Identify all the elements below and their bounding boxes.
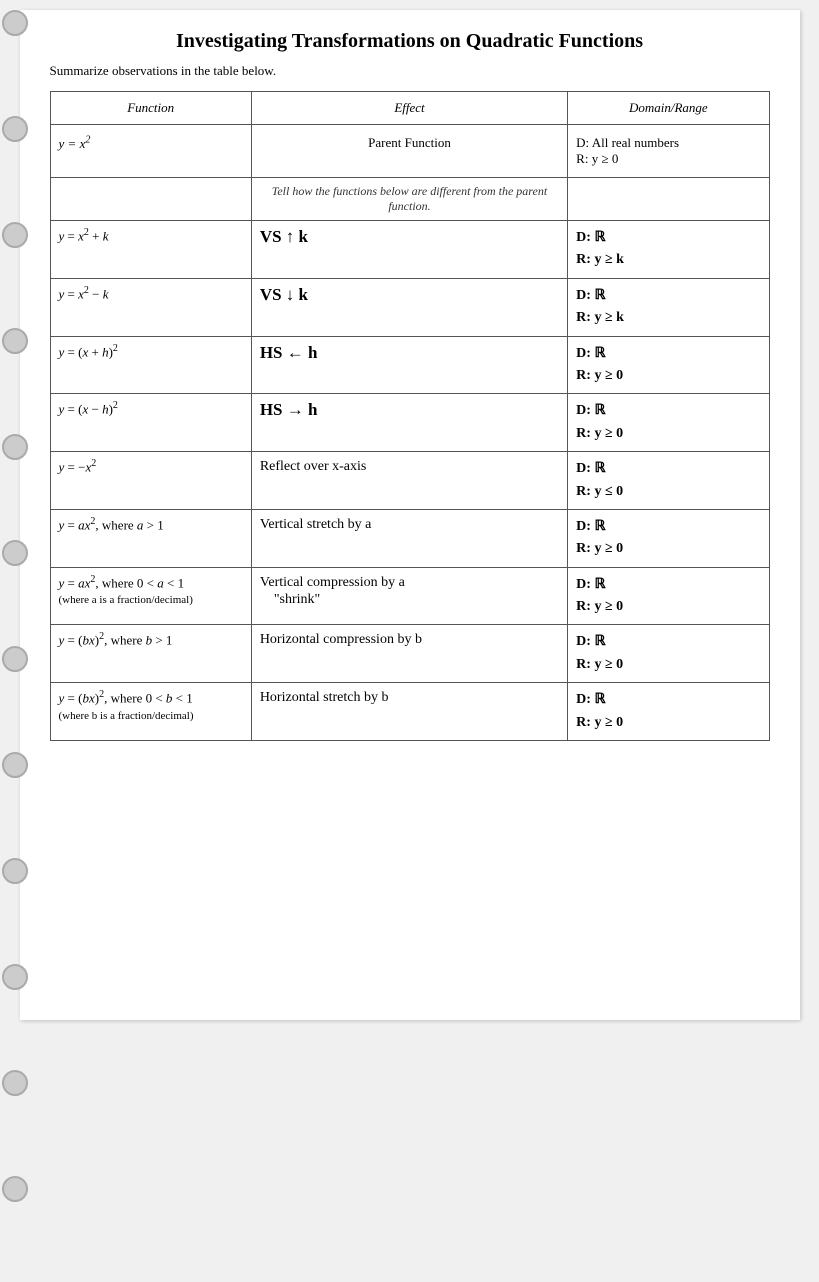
row-g-domain: D: ℝ R: y ≥ 0 — [568, 567, 769, 625]
row-b-effect: VS ↓ k — [251, 278, 567, 336]
row-i-effect-text: Horizontal stretch by b — [260, 690, 389, 705]
row-e-effect-text: Reflect over x-axis — [260, 459, 367, 474]
row-i: y = (bx)2, where 0 < b < 1 (where b is a… — [50, 683, 769, 741]
row-c-domain: D: ℝ R: y ≥ 0 — [568, 336, 769, 394]
spiral-8 — [2, 752, 28, 778]
parent-effect-text: Parent Function — [368, 135, 451, 150]
instruction-text: Tell how the functions below are differe… — [272, 184, 547, 213]
row-d-effect: HS → h — [251, 394, 567, 452]
row-d-effect-text: HS → h — [260, 400, 318, 419]
spiral-binding — [2, 10, 28, 1282]
row-f-domain: D: ℝ R: y ≥ 0 — [568, 509, 769, 567]
row-c-effect: HS ← h — [251, 336, 567, 394]
row-a-effect: VS ↑ k — [251, 221, 567, 279]
row-h-effect: Horizontal compression by b — [251, 625, 567, 683]
row-i-function: y = (bx)2, where 0 < b < 1 (where b is a… — [50, 683, 251, 741]
header-effect: Effect — [251, 92, 567, 125]
row-a-effect-text: VS ↑ k — [260, 227, 308, 246]
row-h-function: y = (bx)2, where b > 1 — [50, 625, 251, 683]
row-a: y = x2 + k VS ↑ k D: ℝ R: y ≥ k — [50, 221, 769, 279]
spiral-12 — [2, 1176, 28, 1202]
row-b: y = x2 − k VS ↓ k D: ℝ R: y ≥ k — [50, 278, 769, 336]
row-b-domain: D: ℝ R: y ≥ k — [568, 278, 769, 336]
spiral-7 — [2, 646, 28, 672]
row-b-function: y = x2 − k — [50, 278, 251, 336]
parent-domain-text: D: All real numbers — [576, 135, 679, 150]
header-domain: Domain/Range — [568, 92, 769, 125]
spiral-1 — [2, 10, 28, 36]
spiral-6 — [2, 540, 28, 566]
instruction-function-cell — [50, 178, 251, 221]
row-h-domain: D: ℝ R: y ≥ 0 — [568, 625, 769, 683]
row-g-effect-text: Vertical compression by a "shrink" — [260, 575, 405, 607]
row-c: y = (x + h)2 HS ← h D: ℝ R: y ≥ 0 — [50, 336, 769, 394]
spiral-2 — [2, 116, 28, 142]
spiral-4 — [2, 328, 28, 354]
row-g-effect: Vertical compression by a "shrink" — [251, 567, 567, 625]
parent-function-formula: y = x2 — [59, 136, 91, 151]
row-e: y = −x2 Reflect over x-axis D: ℝ R: y ≤ … — [50, 452, 769, 510]
table-header-row: Function Effect Domain/Range — [50, 92, 769, 125]
row-i-effect: Horizontal stretch by b — [251, 683, 567, 741]
row-g-function: y = ax2, where 0 < a < 1 (where a is a f… — [50, 567, 251, 625]
spiral-11 — [2, 1070, 28, 1096]
spiral-5 — [2, 434, 28, 460]
row-e-domain: D: ℝ R: y ≤ 0 — [568, 452, 769, 510]
spiral-9 — [2, 858, 28, 884]
row-d-domain: D: ℝ R: y ≥ 0 — [568, 394, 769, 452]
row-h-effect-text: Horizontal compression by b — [260, 632, 422, 647]
spiral-3 — [2, 222, 28, 248]
row-c-function: y = (x + h)2 — [50, 336, 251, 394]
parent-range-text: R: y ≥ 0 — [576, 151, 618, 166]
subtitle: Summarize observations in the table belo… — [50, 63, 770, 79]
row-h: y = (bx)2, where b > 1 Horizontal compre… — [50, 625, 769, 683]
header-function: Function — [50, 92, 251, 125]
instruction-row: Tell how the functions below are differe… — [50, 178, 769, 221]
spiral-10 — [2, 964, 28, 990]
row-g: y = ax2, where 0 < a < 1 (where a is a f… — [50, 567, 769, 625]
row-f-function: y = ax2, where a > 1 — [50, 509, 251, 567]
instruction-effect-cell: Tell how the functions below are differe… — [251, 178, 567, 221]
row-a-domain: D: ℝ R: y ≥ k — [568, 221, 769, 279]
transformations-table: Function Effect Domain/Range y = x2 Pare… — [50, 91, 770, 741]
parent-function-row: y = x2 Parent Function D: All real numbe… — [50, 125, 769, 178]
page: Investigating Transformations on Quadrat… — [20, 10, 800, 1020]
row-c-effect-text: HS ← h — [260, 343, 318, 362]
page-title: Investigating Transformations on Quadrat… — [50, 30, 770, 53]
row-a-function: y = x2 + k — [50, 221, 251, 279]
row-e-function: y = −x2 — [50, 452, 251, 510]
row-i-domain: D: ℝ R: y ≥ 0 — [568, 683, 769, 741]
parent-function-cell: y = x2 — [50, 125, 251, 178]
parent-effect-cell: Parent Function — [251, 125, 567, 178]
row-f: y = ax2, where a > 1 Vertical stretch by… — [50, 509, 769, 567]
row-f-effect-text: Vertical stretch by a — [260, 517, 372, 532]
row-e-effect: Reflect over x-axis — [251, 452, 567, 510]
row-b-effect-text: VS ↓ k — [260, 285, 308, 304]
instruction-domain-cell — [568, 178, 769, 221]
row-f-effect: Vertical stretch by a — [251, 509, 567, 567]
parent-domain-cell: D: All real numbers R: y ≥ 0 — [568, 125, 769, 178]
row-d: y = (x − h)2 HS → h D: ℝ R: y ≥ 0 — [50, 394, 769, 452]
row-d-function: y = (x − h)2 — [50, 394, 251, 452]
